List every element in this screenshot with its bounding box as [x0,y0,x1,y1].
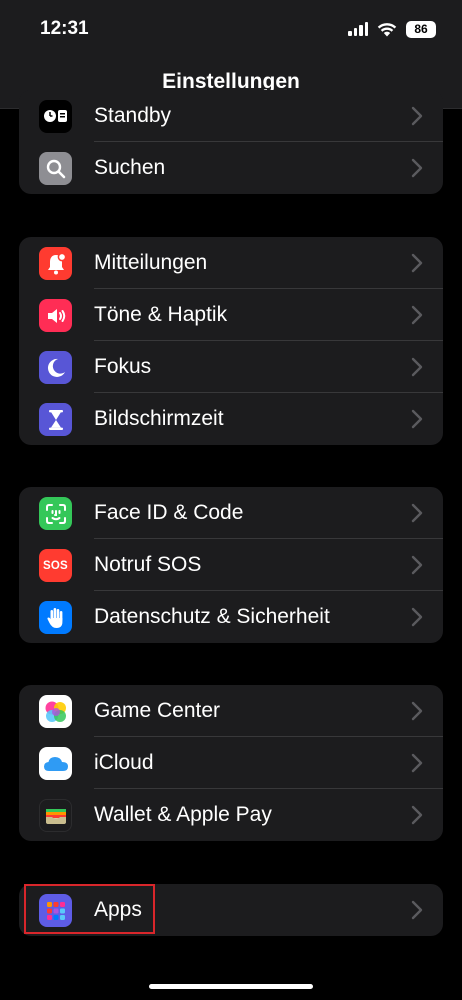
settings-row-label: Datenschutz & Sicherheit [94,605,330,628]
settings-row-label: iCloud [94,751,154,774]
settings-row-screen-time[interactable]: Bildschirmzeit [19,393,443,445]
status-bar: 12:31 86 [0,0,462,60]
chevron-right-icon [411,158,423,178]
sos-icon: SOS [39,549,72,582]
settings-row-game-center[interactable]: Game Center [19,685,443,737]
search-icon [39,152,72,185]
chevron-right-icon [411,409,423,429]
chevron-right-icon [411,555,423,575]
home-indicator[interactable] [149,984,313,989]
settings-row-label: Suchen [94,156,166,179]
chevron-right-icon [411,753,423,773]
chevron-right-icon [411,305,423,325]
status-icons: 86 [348,19,436,39]
sos-icon-text: SOS [43,559,68,572]
settings-group-security: Face ID & Code SOS Notruf SOS Datenschut… [19,487,443,643]
settings-row-wallet[interactable]: Wallet & Apple Pay [19,789,443,841]
battery-indicator: 86 [406,20,436,38]
chevron-right-icon [411,805,423,825]
settings-row-label: Notruf SOS [94,553,202,576]
settings-row-sounds[interactable]: Töne & Haptik [19,289,443,341]
chevron-right-icon [411,900,423,920]
chevron-right-icon [411,701,423,721]
wallet-icon [39,799,72,832]
chevron-right-icon [411,357,423,377]
settings-group-notifications: Mitteilungen Töne & Haptik Fokus Bildsch… [19,237,443,445]
settings-row-face-id[interactable]: Face ID & Code [19,487,443,539]
chevron-right-icon [411,106,423,126]
settings-row-icloud[interactable]: iCloud [19,737,443,789]
highlight-box [24,884,155,934]
settings-row-label: Face ID & Code [94,501,244,524]
settings-row-label: Fokus [94,355,152,378]
game-center-icon [39,695,72,728]
hourglass-icon [39,403,72,436]
settings-row-emergency-sos[interactable]: SOS Notruf SOS [19,539,443,591]
settings-row-label: Wallet & Apple Pay [94,803,272,826]
cellular-signal-icon [348,22,368,36]
settings-row-label: Töne & Haptik [94,303,228,326]
cloud-icon [39,747,72,780]
settings-row-privacy[interactable]: Datenschutz & Sicherheit [19,591,443,643]
wifi-icon [377,22,397,36]
standby-icon [39,100,72,133]
settings-row-focus[interactable]: Fokus [19,341,443,393]
settings-group-services: Game Center iCloud Wallet & Apple Pay [19,685,443,841]
chevron-right-icon [411,503,423,523]
face-id-icon [39,497,72,530]
settings-group-display: Standby Suchen [19,90,443,194]
bell-icon [39,247,72,280]
status-time: 12:31 [40,18,89,39]
speaker-icon [39,299,72,332]
hand-icon [39,601,72,634]
moon-icon [39,351,72,384]
chevron-right-icon [411,607,423,627]
settings-row-label: Mitteilungen [94,251,208,274]
chevron-right-icon [411,253,423,273]
settings-row-label: Bildschirmzeit [94,407,224,430]
settings-row-standby[interactable]: Standby [19,90,443,142]
settings-row-search[interactable]: Suchen [19,142,443,194]
settings-row-label: Standby [94,104,172,127]
settings-row-label: Game Center [94,699,221,722]
settings-row-notifications[interactable]: Mitteilungen [19,237,443,289]
